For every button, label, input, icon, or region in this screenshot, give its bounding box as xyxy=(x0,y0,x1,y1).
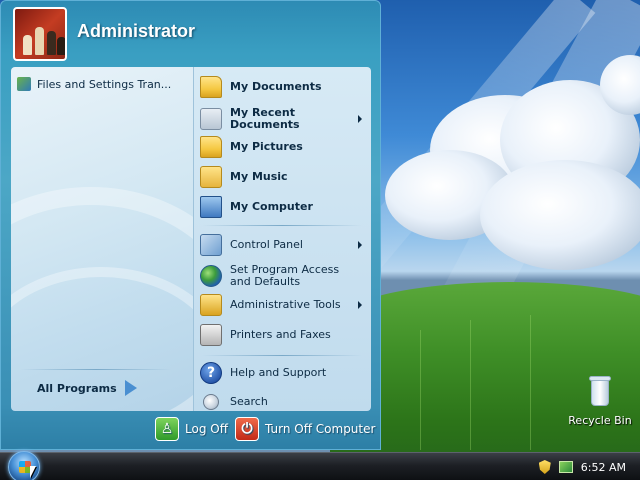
security-shield-icon[interactable] xyxy=(538,460,551,474)
grass-blade xyxy=(470,320,471,450)
recycle-bin-icon xyxy=(587,374,613,406)
grass-blade xyxy=(530,315,531,450)
start-menu: Administrator Files and Settings Tran...… xyxy=(0,0,381,450)
menu-item-my-computer[interactable]: My Computer xyxy=(200,195,366,219)
menu-item-my-pictures[interactable]: My Pictures xyxy=(200,135,366,159)
all-programs-separator xyxy=(21,369,171,370)
menu-item-printers-faxes[interactable]: Printers and Faxes xyxy=(200,323,366,347)
menu-item-label: Search xyxy=(230,395,268,408)
menu-item-label: My Documents xyxy=(230,80,322,93)
system-tray: 6:52 AM xyxy=(528,453,640,480)
arrow-right-icon xyxy=(124,380,137,396)
mouse-cursor-icon xyxy=(30,466,36,478)
recycle-bin[interactable]: Recycle Bin xyxy=(560,374,640,427)
all-programs-button[interactable]: All Programs xyxy=(11,373,181,403)
turn-off-label: Turn Off Computer xyxy=(265,422,376,436)
power-icon: ⏻ xyxy=(235,417,259,441)
user-name: Administrator xyxy=(77,21,196,41)
search-icon xyxy=(203,394,219,410)
submenu-arrow-icon xyxy=(358,301,362,309)
control-panel-icon xyxy=(200,234,222,256)
menu-item-label: Set Program Access and Defaults xyxy=(230,263,340,288)
menu-item-control-panel[interactable]: Control Panel xyxy=(200,233,366,257)
pinned-programs-column: Files and Settings Tran... All Programs xyxy=(11,67,251,411)
log-off-icon: ♙ xyxy=(155,417,179,441)
menu-item-label: My Music xyxy=(230,170,288,183)
grass-blade xyxy=(420,330,421,450)
submenu-arrow-icon xyxy=(358,241,362,249)
documents-folder-icon xyxy=(200,76,222,98)
recycle-bin-label: Recycle Bin xyxy=(568,414,632,427)
pinned-item-label: Files and Settings Tran... xyxy=(37,77,172,91)
music-folder-icon xyxy=(200,166,222,188)
menu-item-label: My Computer xyxy=(230,200,313,213)
menu-item-set-program-access[interactable]: Set Program Access and Defaults xyxy=(200,263,366,289)
start-menu-body: Files and Settings Tran... All Programs … xyxy=(11,67,371,411)
menu-item-label: My Pictures xyxy=(230,140,303,153)
menu-item-label: Printers and Faxes xyxy=(230,328,331,341)
user-avatar[interactable] xyxy=(13,7,67,61)
menu-item-my-documents[interactable]: My Documents xyxy=(200,75,366,99)
pictures-folder-icon xyxy=(200,136,222,158)
computer-icon xyxy=(200,196,222,218)
start-menu-header: Administrator xyxy=(1,1,382,65)
menu-item-label: Control Panel xyxy=(230,238,303,251)
menu-item-label: Help and Support xyxy=(230,366,327,379)
start-menu-footer: ♙ Log Off ⏻ Turn Off Computer xyxy=(1,413,382,449)
menu-item-administrative-tools[interactable]: Administrative Tools xyxy=(200,293,366,317)
all-programs-label: All Programs xyxy=(37,381,117,395)
submenu-arrow-icon xyxy=(358,115,362,123)
cloud xyxy=(480,160,640,270)
log-off-button[interactable]: ♙ Log Off xyxy=(155,417,228,441)
menu-item-search[interactable]: Search xyxy=(200,391,366,411)
network-icon[interactable] xyxy=(558,461,573,473)
menu-item-help-support[interactable]: ? Help and Support xyxy=(200,361,366,385)
turn-off-button[interactable]: ⏻ Turn Off Computer xyxy=(235,417,375,441)
menu-item-label: My Recent Documents xyxy=(230,106,300,131)
places-separator xyxy=(202,225,362,226)
help-separator xyxy=(202,355,362,356)
printer-icon xyxy=(200,324,222,346)
menu-item-my-music[interactable]: My Music xyxy=(200,165,366,189)
clock[interactable]: 6:52 AM xyxy=(581,461,626,474)
transfer-wizard-icon xyxy=(17,77,31,91)
places-column: My Documents My Recent Documents My Pict… xyxy=(193,67,371,411)
recent-documents-icon xyxy=(200,108,222,130)
pinned-item-files-settings-transfer[interactable]: Files and Settings Tran... xyxy=(17,77,171,91)
log-off-label: Log Off xyxy=(185,422,228,436)
admin-tools-icon xyxy=(200,294,222,316)
menu-item-label: Administrative Tools xyxy=(230,298,341,311)
program-access-icon xyxy=(200,265,222,287)
menu-item-my-recent-documents[interactable]: My Recent Documents xyxy=(200,104,366,134)
help-icon: ? xyxy=(200,362,222,384)
taskbar: 6:52 AM xyxy=(0,451,640,480)
